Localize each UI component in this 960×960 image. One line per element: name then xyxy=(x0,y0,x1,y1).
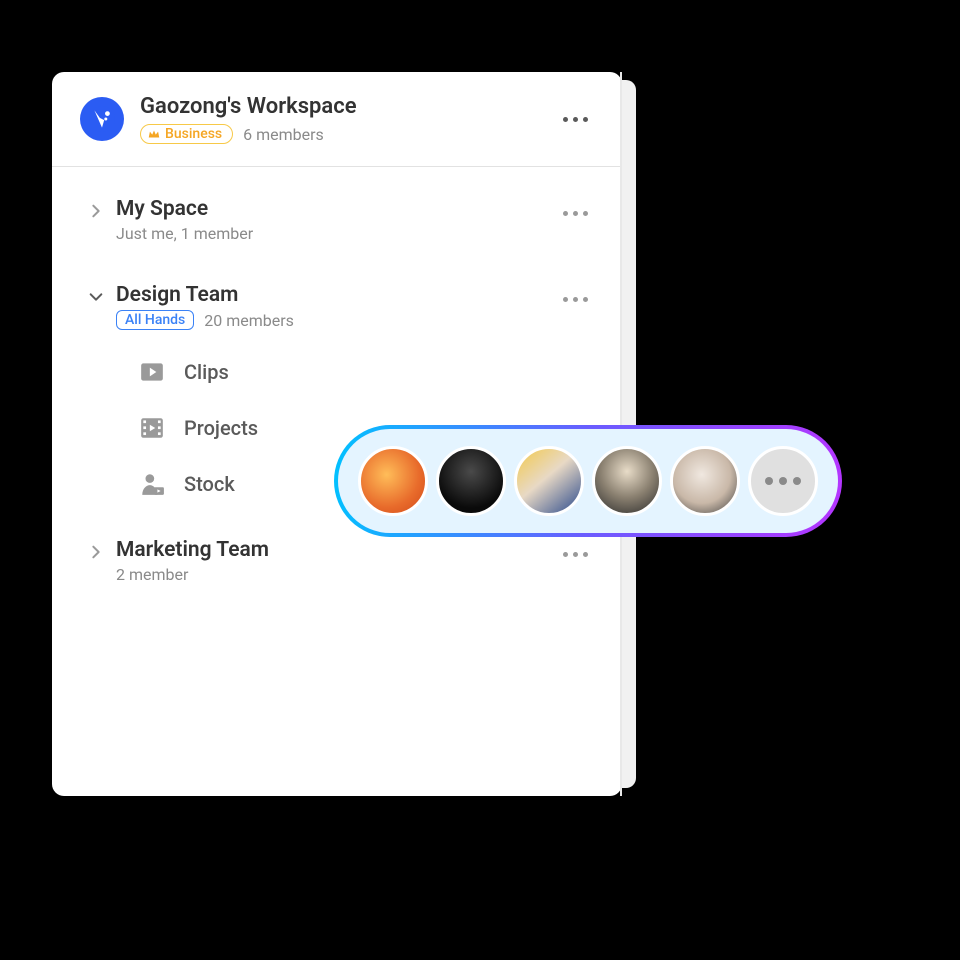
avatar[interactable] xyxy=(436,446,506,516)
play-square-icon xyxy=(138,358,166,386)
workspace-members-count: 6 members xyxy=(243,125,324,144)
workspace-more-button[interactable] xyxy=(555,109,596,130)
section-list: My Space Just me, 1 member xyxy=(52,167,620,614)
section-members-count: 20 members xyxy=(204,311,294,330)
nav-item-label: Projects xyxy=(184,416,258,440)
chevron-down-icon[interactable] xyxy=(76,283,116,305)
avatar[interactable] xyxy=(358,446,428,516)
all-hands-badge: All Hands xyxy=(116,310,194,330)
chevron-right-icon[interactable] xyxy=(76,197,116,219)
film-icon xyxy=(138,414,166,442)
section-title: Marketing Team xyxy=(116,538,555,562)
workspace-logo-icon xyxy=(80,97,124,141)
avatar-more-button[interactable] xyxy=(748,446,818,516)
person-stock-icon xyxy=(138,470,166,498)
avatar[interactable] xyxy=(514,446,584,516)
crown-icon xyxy=(147,127,161,141)
workspace-header: Gaozong's Workspace Business 6 members xyxy=(52,72,620,167)
plan-badge: Business xyxy=(140,124,233,144)
section-subtitle: 2 member xyxy=(116,565,188,584)
nav-item-clips[interactable]: Clips xyxy=(76,344,596,400)
nav-item-label: Stock xyxy=(184,472,235,496)
workspace-title: Gaozong's Workspace xyxy=(140,94,555,120)
section-title: Design Team xyxy=(116,283,555,307)
section-more-button[interactable] xyxy=(555,289,596,310)
plan-badge-label: Business xyxy=(165,126,222,142)
avatar[interactable] xyxy=(670,446,740,516)
section-marketing-team[interactable]: Marketing Team 2 member xyxy=(52,528,620,594)
section-title: My Space xyxy=(116,197,555,221)
nav-item-label: Clips xyxy=(184,360,229,384)
avatar-pill xyxy=(338,429,838,533)
section-more-button[interactable] xyxy=(555,203,596,224)
section-my-space[interactable]: My Space Just me, 1 member xyxy=(52,187,620,253)
section-subtitle: Just me, 1 member xyxy=(116,224,253,243)
workspace-subtitle: Business 6 members xyxy=(140,124,555,144)
workspace-info: Gaozong's Workspace Business 6 members xyxy=(140,94,555,144)
chevron-right-icon[interactable] xyxy=(76,538,116,560)
avatar[interactable] xyxy=(592,446,662,516)
member-avatar-overlay xyxy=(334,425,842,537)
section-more-button[interactable] xyxy=(555,544,596,565)
